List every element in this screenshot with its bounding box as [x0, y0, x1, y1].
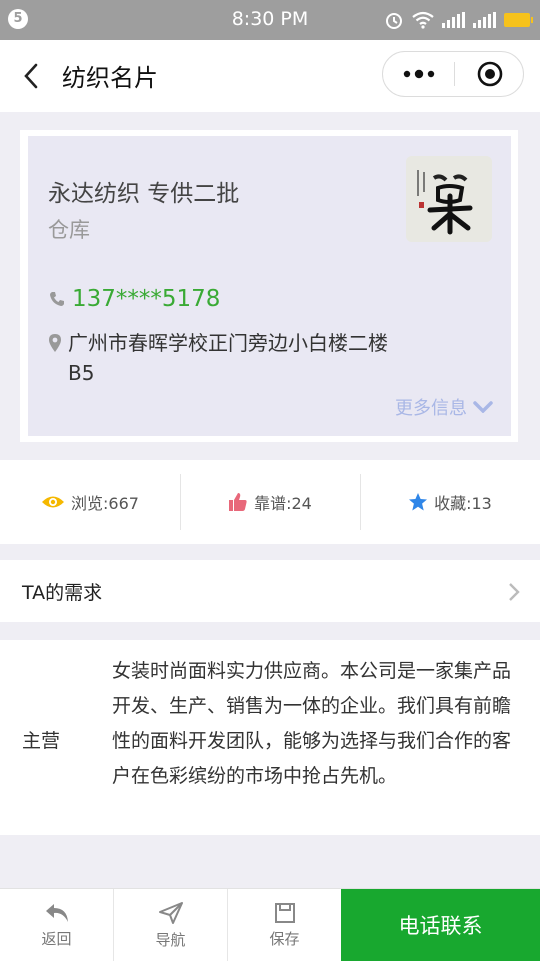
- main-business-label: 主营: [22, 730, 61, 752]
- reliable-label: 靠谱:24: [254, 494, 312, 513]
- signal-icon: [442, 12, 465, 28]
- company-logo: [406, 156, 492, 242]
- battery-icon: [504, 13, 533, 27]
- more-icon[interactable]: [383, 52, 454, 96]
- chevron-down-icon: [473, 401, 493, 413]
- target-icon[interactable]: [455, 52, 525, 96]
- more-info-label: 更多信息: [395, 398, 467, 419]
- bottom-action-bar: 返回 导航 保存 电话联系: [0, 888, 540, 961]
- views-stat: 浏览:667: [0, 460, 180, 544]
- needs-row[interactable]: TA的需求: [0, 560, 540, 622]
- status-bar: 5 8:30 PM: [0, 0, 540, 40]
- alarm-icon: [386, 13, 402, 29]
- thumbs-up-icon: [229, 493, 247, 511]
- phone-number[interactable]: 137****5178: [72, 286, 220, 312]
- eye-icon: [42, 496, 65, 508]
- address-row[interactable]: 广州市春晖学校正门旁边小白楼二楼B5: [48, 328, 388, 388]
- navigate-tab-label: 导航: [155, 930, 186, 949]
- save-tab-label: 保存: [269, 929, 300, 948]
- address-text: 广州市春晖学校正门旁边小白楼二楼B5: [68, 331, 388, 385]
- stats-bar: 浏览:667 靠谱:24 收藏:13: [0, 460, 540, 544]
- navigate-tab[interactable]: 导航: [113, 889, 227, 961]
- reply-icon: [45, 903, 68, 922]
- business-card: 永达纺织 专供二批 仓库 137****5178 广州市春晖学校正门旁边小白楼二…: [20, 130, 518, 442]
- favorites-label: 收藏:13: [434, 494, 492, 513]
- company-subtitle: 仓库: [48, 218, 90, 242]
- phone-icon: [50, 292, 64, 306]
- status-icons: [384, 9, 533, 31]
- needs-label: TA的需求: [22, 582, 103, 604]
- calligraphy-logo-icon: [406, 156, 492, 242]
- navigation-icon: [158, 901, 183, 924]
- mini-program-capsule: [382, 51, 524, 97]
- chevron-right-icon: [509, 583, 520, 601]
- save-tab[interactable]: 保存: [227, 889, 341, 961]
- reliable-stat[interactable]: 靠谱:24: [180, 460, 360, 544]
- phone-row[interactable]: 137****5178: [48, 286, 220, 312]
- favorites-stat[interactable]: 收藏:13: [360, 460, 540, 544]
- back-icon[interactable]: [18, 62, 46, 90]
- star-icon: [409, 493, 428, 511]
- main-business-text: 女装时尚面料实力供应商。本公司是一家集产品开发、生产、销售为一体的企业。我们具有…: [112, 660, 512, 787]
- more-info-toggle[interactable]: 更多信息: [395, 394, 493, 420]
- views-label: 浏览:667: [71, 494, 139, 513]
- company-name: 永达纺织 专供二批: [48, 181, 240, 207]
- business-card-inner: 永达纺织 专供二批 仓库 137****5178 广州市春晖学校正门旁边小白楼二…: [28, 136, 511, 436]
- location-icon: [49, 334, 61, 352]
- back-tab[interactable]: 返回: [0, 889, 113, 961]
- save-icon: [274, 902, 295, 923]
- back-tab-label: 返回: [41, 929, 72, 948]
- main-business-section: 主营 女装时尚面料实力供应商。本公司是一家集产品开发、生产、销售为一体的企业。我…: [0, 640, 540, 835]
- signal-icon-2: [473, 12, 496, 28]
- nav-bar: 纺织名片: [0, 40, 540, 112]
- call-button[interactable]: 电话联系: [341, 889, 540, 961]
- page-title: 纺织名片: [62, 64, 158, 92]
- wifi-icon: [412, 11, 434, 29]
